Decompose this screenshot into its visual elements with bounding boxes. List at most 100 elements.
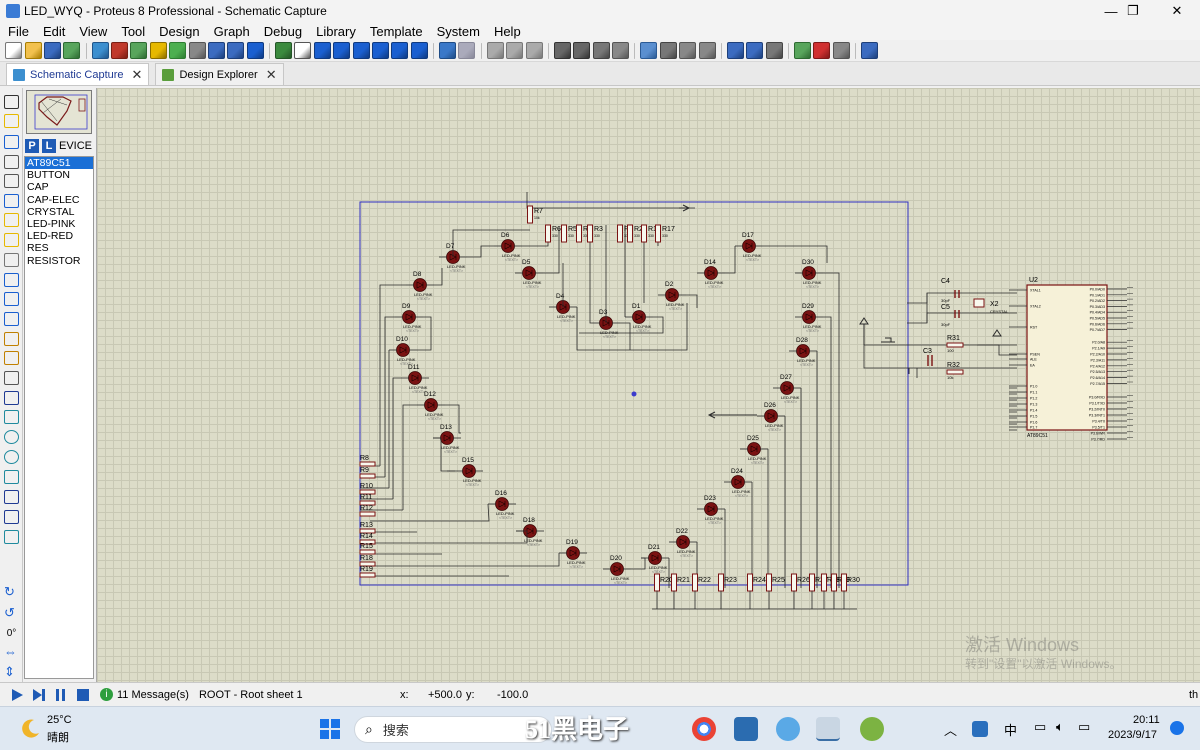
- junction-dot-icon[interactable]: [4, 135, 19, 149]
- package-tool-icon[interactable]: [679, 42, 697, 59]
- led-body[interactable]: [408, 371, 422, 385]
- terminals-icon[interactable]: [4, 233, 19, 247]
- resistor-r30[interactable]: [841, 573, 847, 609]
- resistor-r16[interactable]: [641, 224, 647, 243]
- box-icon[interactable]: [4, 410, 19, 424]
- led-body[interactable]: [802, 266, 816, 280]
- notes-icon[interactable]: [188, 42, 206, 59]
- led-body[interactable]: [424, 398, 438, 412]
- led-body[interactable]: [731, 475, 745, 489]
- ime-indicator[interactable]: 中: [1004, 720, 1017, 739]
- led-d25[interactable]: [740, 442, 768, 456]
- led-d12[interactable]: [417, 398, 445, 412]
- resistor-body[interactable]: [791, 573, 797, 592]
- resistor-r25[interactable]: [766, 573, 772, 609]
- taskbar-search[interactable]: ⌕ 搜索: [354, 716, 552, 743]
- led-d22[interactable]: [669, 535, 697, 549]
- resistor-r31[interactable]: [946, 342, 964, 348]
- tape-recorder-icon[interactable]: [4, 292, 19, 306]
- resistor-r15[interactable]: [359, 549, 376, 555]
- buses-icon[interactable]: [4, 194, 19, 208]
- vsm-icon[interactable]: [207, 42, 225, 59]
- network-icon[interactable]: ▭: [1034, 719, 1046, 735]
- resistor-body[interactable]: [654, 573, 660, 592]
- led-body[interactable]: [413, 278, 427, 292]
- source-icon[interactable]: [227, 42, 245, 59]
- pick-device-button[interactable]: P: [25, 139, 39, 153]
- capacitor-plates[interactable]: [954, 290, 960, 298]
- resistor-body[interactable]: [527, 205, 533, 224]
- resistor-r3[interactable]: [587, 224, 593, 243]
- origin-marker[interactable]: [631, 391, 637, 397]
- close-tab-icon[interactable]: ✕: [266, 67, 277, 83]
- import-icon[interactable]: [63, 42, 81, 59]
- crystal-x2[interactable]: [973, 298, 985, 308]
- zoom-area-icon[interactable]: [410, 42, 428, 59]
- weather-moon-icon[interactable]: [20, 717, 42, 739]
- resistor-body[interactable]: [617, 224, 623, 243]
- led-d20[interactable]: [603, 562, 631, 576]
- close-button[interactable]: ✕: [1154, 0, 1200, 22]
- zoom-in-icon[interactable]: [352, 42, 370, 59]
- undo-icon[interactable]: [439, 42, 457, 59]
- maximize-button[interactable]: ❐: [1110, 0, 1156, 22]
- play-icon[interactable]: [10, 688, 24, 702]
- resistor-body[interactable]: [359, 473, 376, 479]
- help-icon[interactable]: [246, 42, 264, 59]
- led-d11[interactable]: [401, 371, 429, 385]
- marker-icon[interactable]: [4, 530, 19, 544]
- led-d14[interactable]: [697, 266, 725, 280]
- device-list-item[interactable]: BUTTON: [25, 169, 93, 181]
- messages-count[interactable]: 11 Message(s): [117, 689, 189, 701]
- led-body[interactable]: [747, 442, 761, 456]
- resistor-body[interactable]: [359, 461, 376, 467]
- block-delete-icon[interactable]: [612, 42, 630, 59]
- mirror-x-icon[interactable]: ⇔: [4, 645, 19, 659]
- resistor-body[interactable]: [692, 573, 698, 592]
- resistor-r1[interactable]: [617, 224, 623, 243]
- led-body[interactable]: [632, 310, 646, 324]
- led-d8[interactable]: [406, 278, 434, 292]
- resistor-body[interactable]: [587, 224, 593, 243]
- volume-icon[interactable]: 🔈︎: [1056, 719, 1064, 735]
- device-list-item[interactable]: CAP: [25, 181, 93, 193]
- subcircuit-icon[interactable]: [4, 213, 19, 227]
- battery-icon[interactable]: ▭: [1078, 719, 1090, 735]
- decompose-icon[interactable]: [698, 42, 716, 59]
- new-sheet-icon[interactable]: [794, 42, 812, 59]
- led-body[interactable]: [676, 535, 690, 549]
- cut-icon[interactable]: [486, 42, 504, 59]
- led-d2[interactable]: [658, 288, 686, 302]
- resistor-r22[interactable]: [692, 573, 698, 609]
- resistor-r23[interactable]: [718, 573, 724, 609]
- path-icon[interactable]: [4, 470, 19, 484]
- voltage-probe-icon[interactable]: [4, 332, 19, 346]
- property-assign-icon[interactable]: [765, 42, 783, 59]
- tab-schematic-capture[interactable]: Schematic Capture ✕: [6, 63, 150, 85]
- grid-icon[interactable]: [294, 42, 312, 59]
- led-body[interactable]: [704, 502, 718, 516]
- block-rotate-icon[interactable]: [592, 42, 610, 59]
- app-icon[interactable]: [860, 717, 884, 741]
- schematic-canvas[interactable]: D7 LED-PINK <TEXT> D6 LED-PINK <TEXT> D5 LED-PI…: [96, 88, 1200, 682]
- led-d30[interactable]: [795, 266, 823, 280]
- capacitor-c3[interactable]: [927, 355, 933, 366]
- make-device-icon[interactable]: [659, 42, 677, 59]
- device-list-item[interactable]: AT89C51: [25, 157, 93, 170]
- device-pins-icon[interactable]: [4, 253, 19, 267]
- led-d23[interactable]: [697, 502, 725, 516]
- led-body[interactable]: [665, 288, 679, 302]
- origin-icon[interactable]: [313, 42, 331, 59]
- led-body[interactable]: [566, 546, 580, 560]
- save-icon[interactable]: [43, 42, 61, 59]
- led-body[interactable]: [501, 239, 515, 253]
- resistor-body[interactable]: [766, 573, 772, 592]
- chevron-up-icon[interactable]: ︿: [944, 720, 957, 739]
- menu-system[interactable]: System: [429, 24, 486, 39]
- led-body[interactable]: [462, 464, 476, 478]
- close-tab-icon[interactable]: ✕: [132, 67, 143, 83]
- device-list-item[interactable]: RESISTOR: [25, 255, 93, 267]
- resistor-r28[interactable]: [821, 573, 827, 609]
- open-folder-icon[interactable]: [24, 42, 42, 59]
- resistor-body[interactable]: [576, 224, 582, 243]
